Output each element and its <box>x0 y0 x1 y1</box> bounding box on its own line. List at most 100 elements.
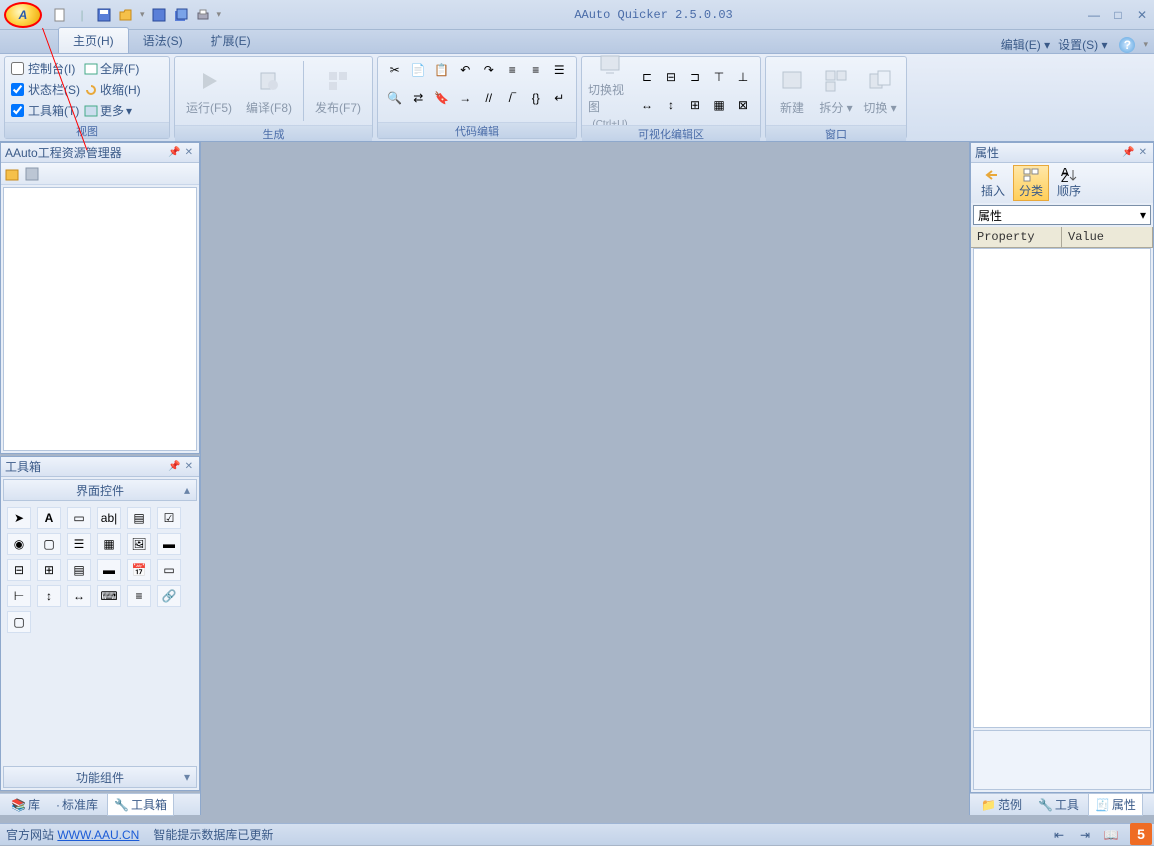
link-tool[interactable]: 🔗 <box>157 585 181 607</box>
calendar-tool[interactable]: 📅 <box>127 559 151 581</box>
props-category-button[interactable]: 分类 <box>1013 165 1049 201</box>
toolbar-tool[interactable]: ▤ <box>67 559 91 581</box>
collapse-button[interactable]: 收缩(H) <box>84 80 141 99</box>
statusbar-tool[interactable]: ▬ <box>97 559 121 581</box>
sidetab-props[interactable]: 🧾属性 <box>1088 793 1143 816</box>
goto-icon[interactable]: → <box>455 87 477 109</box>
minimize-button[interactable]: — <box>1086 7 1102 23</box>
new-file-icon[interactable] <box>52 7 68 23</box>
cut-icon[interactable]: ✂ <box>384 59 406 81</box>
toolbox-close-icon[interactable]: ✕ <box>185 461 193 472</box>
props-grid[interactable] <box>973 248 1151 728</box>
same-width-icon[interactable]: ↔ <box>636 94 658 116</box>
edit-menu[interactable]: 编辑(E) ▾ <box>1001 36 1050 53</box>
align-bottom-icon[interactable]: ⊥ <box>732 66 754 88</box>
same-size-icon[interactable]: ⊞ <box>684 94 706 116</box>
tab-syntax[interactable]: 语法(S) <box>129 28 197 53</box>
toolbox-category-ui[interactable]: 界面控件▴ <box>3 479 197 501</box>
listbox-tool[interactable]: ☰ <box>67 533 91 555</box>
toolbox-pin-icon[interactable]: 📌 <box>168 461 180 472</box>
panel-close-icon[interactable]: ✕ <box>185 147 193 158</box>
export-icon[interactable] <box>173 7 189 23</box>
redo-icon[interactable]: ↷ <box>478 59 500 81</box>
editor-area[interactable] <box>200 142 970 815</box>
align-left-icon[interactable]: ⊏ <box>636 66 658 88</box>
format-icon[interactable]: {} <box>525 87 547 109</box>
props-object-dropdown[interactable]: 属性▾ <box>973 205 1151 225</box>
list-icon[interactable]: ☰ <box>549 59 571 81</box>
more-button[interactable]: 更多 ▾ <box>84 101 141 120</box>
align-top-icon[interactable]: ⊤ <box>708 66 730 88</box>
replace-icon[interactable]: ⇄ <box>408 87 430 109</box>
tab-tool[interactable]: ⊟ <box>7 559 31 581</box>
indent-left-icon[interactable]: ≡ <box>502 59 524 81</box>
uncomment-icon[interactable]: /‾ <box>502 87 524 109</box>
fullscreen-button[interactable]: 全屏(F) <box>84 59 141 78</box>
status-nav-fwd-icon[interactable]: ⇥ <box>1074 824 1096 846</box>
listview-tool[interactable]: ▦ <box>97 533 121 555</box>
props-insert-button[interactable]: 插入 <box>975 165 1011 201</box>
switch-window-button[interactable]: 切换 ▾ <box>860 59 900 123</box>
groupbox-tool[interactable]: ▢ <box>37 533 61 555</box>
compile-button[interactable]: 编译(F8) <box>241 59 297 123</box>
hotkey-tool[interactable]: ⌨ <box>97 585 121 607</box>
scroll-tool[interactable]: ↔ <box>67 585 91 607</box>
align-center-icon[interactable]: ⊟ <box>660 66 682 88</box>
sidetab-tools[interactable]: 🔧工具 <box>1031 793 1086 816</box>
sidetab-example[interactable]: 📁范例 <box>974 793 1029 816</box>
props-col-property[interactable]: Property <box>971 227 1062 247</box>
console-checkbox[interactable]: 控制台(I) <box>11 59 80 78</box>
save-icon[interactable] <box>96 7 112 23</box>
find-icon[interactable]: 🔍 <box>384 87 406 109</box>
tab-extensions[interactable]: 扩展(E) <box>197 28 265 53</box>
publish-button[interactable]: 发布(F7) <box>310 59 366 123</box>
textbox-tool[interactable]: ab| <box>97 507 121 529</box>
close-button[interactable]: ✕ <box>1134 7 1150 23</box>
date-tool[interactable]: ▭ <box>157 559 181 581</box>
split-window-button[interactable]: 拆分 ▾ <box>816 59 856 123</box>
help-icon[interactable]: ? <box>1119 37 1135 53</box>
richedit-tool[interactable]: ≡ <box>127 585 151 607</box>
tab-home[interactable]: 主页(H) <box>58 27 129 53</box>
panel-tool[interactable]: ▢ <box>7 611 31 633</box>
run-button[interactable]: 运行(F5) <box>181 59 237 123</box>
maximize-button[interactable]: □ <box>1110 7 1126 23</box>
print-icon[interactable] <box>195 7 211 23</box>
progress-tool[interactable]: ▬ <box>157 533 181 555</box>
sidetab-stdlib[interactable]: ·标准库 <box>49 793 105 816</box>
combo-tool[interactable]: ▤ <box>127 507 151 529</box>
picture-tool[interactable]: 🖼 <box>127 533 151 555</box>
folder-open-icon[interactable] <box>118 7 134 23</box>
grid-icon[interactable]: ▦ <box>708 94 730 116</box>
same-height-icon[interactable]: ↕ <box>660 94 682 116</box>
switch-view-button[interactable]: 切换视图(Ctrl+U) <box>588 59 632 123</box>
tree-tool[interactable]: ⊞ <box>37 559 61 581</box>
checkbox-tool[interactable]: ☑ <box>157 507 181 529</box>
explorer-tree[interactable] <box>3 187 197 451</box>
paste-icon[interactable]: 📋 <box>431 59 453 81</box>
spin-tool[interactable]: ↕ <box>37 585 61 607</box>
slider-tool[interactable]: ⊢ <box>7 585 31 607</box>
label-tool[interactable]: A <box>37 507 61 529</box>
settings-menu[interactable]: 设置(S) ▾ <box>1058 36 1107 53</box>
toolbox-category-func[interactable]: 功能组件▾ <box>3 766 197 788</box>
button-tool[interactable]: ▭ <box>67 507 91 529</box>
wrap-icon[interactable]: ↵ <box>549 87 571 109</box>
dropdown-arrow-icon[interactable]: ▾ <box>140 9 145 20</box>
app-menu-button[interactable]: A <box>4 2 42 28</box>
props-col-value[interactable]: Value <box>1062 227 1153 247</box>
pointer-tool[interactable]: ➤ <box>7 507 31 529</box>
indent-right-icon[interactable]: ≡ <box>525 59 547 81</box>
props-sort-button[interactable]: AZ 顺序 <box>1051 165 1087 201</box>
toolbox-checkbox[interactable]: 工具箱(T) <box>11 101 80 120</box>
props-pin-icon[interactable]: 📌 <box>1122 147 1134 158</box>
statusbar-checkbox[interactable]: 状态栏(S) <box>11 80 80 99</box>
pin-icon[interactable]: 📌 <box>168 147 180 158</box>
bookmark-icon[interactable]: 🔖 <box>431 87 453 109</box>
floppy-icon[interactable] <box>151 7 167 23</box>
snap-icon[interactable]: ⊠ <box>732 94 754 116</box>
status-nav-back-icon[interactable]: ⇤ <box>1048 824 1070 846</box>
radio-tool[interactable]: ◉ <box>7 533 31 555</box>
new-project-icon[interactable] <box>5 167 19 181</box>
align-right-icon[interactable]: ⊐ <box>684 66 706 88</box>
